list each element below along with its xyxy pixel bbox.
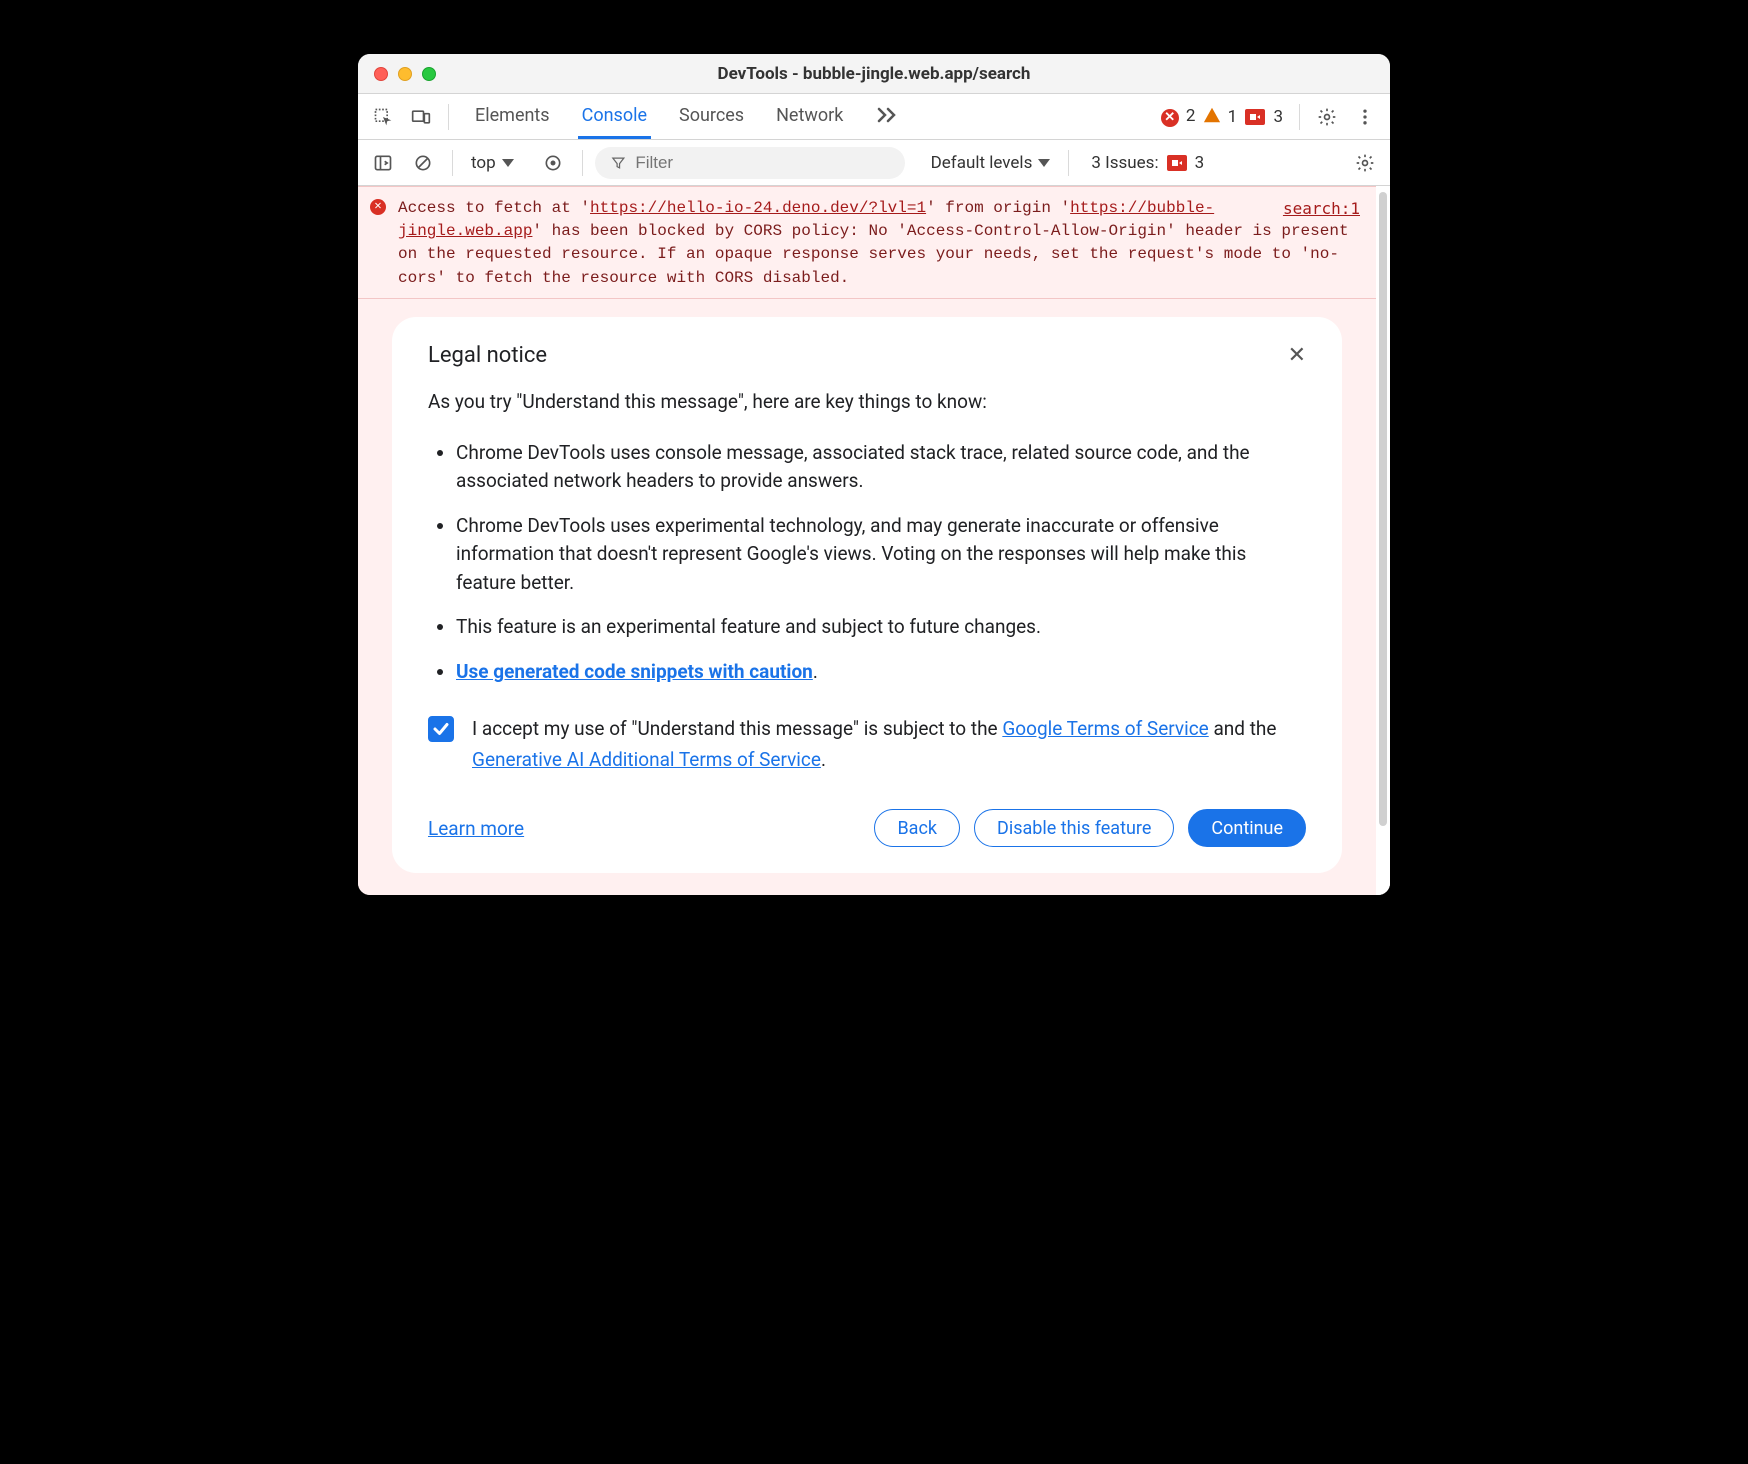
status-indicators[interactable]: ✕ 2 1 3	[1161, 106, 1283, 127]
clear-console-icon[interactable]	[406, 146, 440, 180]
disable-feature-button[interactable]: Disable this feature	[974, 809, 1174, 847]
tab-network[interactable]: Network	[772, 94, 847, 139]
blocked-indicator[interactable]: 3	[1245, 107, 1283, 127]
devtools-window: DevTools - bubble-jingle.web.app/search …	[358, 54, 1390, 895]
issues-button[interactable]: 3 Issues: 3	[1091, 153, 1204, 173]
tab-sources[interactable]: Sources	[675, 94, 748, 139]
list-item: Use generated code snippets with caution…	[456, 658, 1306, 687]
blocked-icon	[1245, 109, 1265, 125]
tab-elements[interactable]: Elements	[471, 94, 554, 139]
genai-tos-link[interactable]: Generative AI Additional Terms of Servic…	[472, 748, 821, 771]
live-expression-icon[interactable]	[536, 146, 570, 180]
levels-label: Default levels	[931, 153, 1033, 173]
accept-row: I accept my use of "Understand this mess…	[428, 714, 1306, 775]
window-title: DevTools - bubble-jingle.web.app/search	[358, 64, 1390, 84]
accept-text: I accept my use of "Understand this mess…	[466, 714, 1306, 775]
issues-label: 3 Issues:	[1091, 153, 1158, 173]
execution-context-selector[interactable]: top	[465, 147, 520, 179]
inspect-element-icon[interactable]	[366, 100, 400, 134]
google-tos-link[interactable]: Google Terms of Service	[1002, 717, 1208, 740]
separator	[448, 104, 449, 130]
card-lead-text: As you try "Understand this message", he…	[428, 390, 1306, 413]
list-item: Chrome DevTools uses experimental techno…	[456, 512, 1306, 598]
context-label: top	[471, 153, 496, 173]
tab-console[interactable]: Console	[578, 94, 651, 139]
card-buttons: Back Disable this feature Continue	[874, 809, 1306, 847]
log-levels-selector[interactable]: Default levels	[925, 147, 1057, 179]
tab-overflow[interactable]	[871, 94, 903, 139]
separator	[582, 150, 583, 176]
minimize-window-button[interactable]	[398, 67, 412, 81]
continue-button[interactable]: Continue	[1188, 809, 1306, 847]
chevron-down-icon	[1038, 159, 1050, 167]
card-bullet-list: Chrome DevTools uses console message, as…	[430, 439, 1306, 687]
filter-text-input[interactable]	[633, 152, 888, 174]
separator	[452, 150, 453, 176]
fullscreen-window-button[interactable]	[422, 67, 436, 81]
titlebar: DevTools - bubble-jingle.web.app/search	[358, 54, 1390, 94]
error-text-part: Access to fetch at '	[398, 199, 590, 217]
issues-icon	[1167, 155, 1187, 171]
error-text-part: ' from origin '	[926, 199, 1070, 217]
console-toolbar: top Default levels 3 Issues: 3	[358, 140, 1390, 186]
list-item: Chrome DevTools uses console message, as…	[456, 439, 1306, 496]
kebab-menu-icon[interactable]	[1348, 100, 1382, 134]
console-sidebar-toggle-icon[interactable]	[366, 146, 400, 180]
error-source-link[interactable]: search:1	[1283, 197, 1360, 220]
console-settings-gear-icon[interactable]	[1348, 146, 1382, 180]
card-title: Legal notice	[428, 343, 547, 368]
error-icon: ✕	[370, 199, 386, 215]
scrollbar[interactable]	[1376, 186, 1390, 836]
errors-indicator[interactable]: ✕ 2	[1161, 106, 1196, 127]
learn-more-link[interactable]: Learn more	[428, 817, 524, 840]
issues-count: 3	[1195, 153, 1205, 173]
warnings-indicator[interactable]: 1	[1203, 106, 1237, 127]
separator	[1068, 150, 1069, 176]
error-text-part: ' has been blocked by CORS policy: No 'A…	[398, 222, 1349, 286]
legal-notice-card: Legal notice ✕ As you try "Understand th…	[392, 317, 1342, 873]
filter-input[interactable]	[595, 147, 905, 179]
error-url-1[interactable]: https://hello-io-24.deno.dev/?lvl=1	[590, 199, 926, 217]
traffic-lights	[374, 67, 436, 81]
main-toolbar: Elements Console Sources Network ✕ 2 1	[358, 94, 1390, 140]
separator	[1299, 104, 1300, 130]
console-error-message[interactable]: ✕ search:1 Access to fetch at 'https://h…	[358, 186, 1376, 299]
code-caution-link[interactable]: Use generated code snippets with caution	[456, 660, 813, 683]
chevron-down-icon	[502, 159, 514, 167]
close-icon[interactable]: ✕	[1288, 343, 1306, 368]
filter-icon	[611, 155, 626, 171]
blocked-count: 3	[1273, 107, 1283, 127]
warnings-count: 1	[1228, 107, 1238, 127]
close-window-button[interactable]	[374, 67, 388, 81]
settings-gear-icon[interactable]	[1310, 100, 1344, 134]
errors-count: 2	[1186, 106, 1196, 126]
device-toolbar-icon[interactable]	[404, 100, 438, 134]
console-body: ✕ search:1 Access to fetch at 'https://h…	[358, 186, 1390, 895]
back-button[interactable]: Back	[874, 809, 960, 847]
accept-checkbox[interactable]	[428, 716, 454, 742]
check-icon	[432, 720, 450, 738]
list-item: This feature is an experimental feature …	[456, 613, 1306, 642]
panel-tabs: Elements Console Sources Network	[471, 94, 903, 139]
error-icon: ✕	[1161, 109, 1179, 127]
